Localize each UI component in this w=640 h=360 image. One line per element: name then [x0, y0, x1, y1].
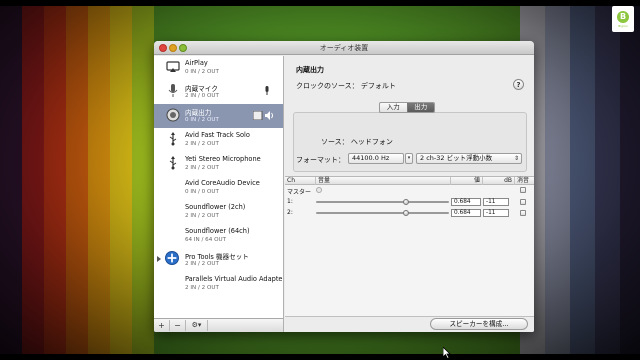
device-name: Yeti Stereo Microphone	[185, 155, 261, 163]
device-io: 0 IN / 0 OUT	[185, 189, 219, 195]
device-list-toolbar: + − ⚙▾	[154, 318, 284, 332]
channel-name: マスター	[287, 189, 312, 196]
device-item-internal-mic[interactable]: 内蔵マイク 2 IN / 0 OUT	[154, 80, 283, 104]
logo-subtext: Bigmo	[618, 23, 628, 28]
disclosure-triangle-icon[interactable]	[157, 256, 161, 262]
channel-name: 1:	[287, 198, 293, 205]
value-field[interactable]: 0.684	[451, 198, 481, 206]
logo-letter: B	[617, 10, 629, 23]
channel-row-1: 1: 0.684 -11	[285, 197, 534, 207]
source-label: ソース： ヘッドフォン	[321, 138, 393, 146]
device-detail-pane: 内蔵出力 クロックのソース： デフォルト ? 入力 出力 ソース： ヘッドフォン…	[285, 56, 534, 332]
device-name: 内蔵マイク	[185, 85, 218, 93]
input-output-tabs: 入力 出力	[379, 102, 435, 113]
channel-logo: B Bigmo	[612, 6, 634, 32]
usb-icon	[166, 156, 180, 170]
device-io: 2 IN / 0 OUT	[185, 93, 219, 99]
volume-slider[interactable]	[316, 210, 449, 216]
header-value: 値	[450, 177, 482, 185]
channel-row-2: 2: 0.684 -11	[285, 208, 534, 218]
header-ch: Ch	[287, 177, 295, 184]
audio-devices-window: オーディオ装置 AirPlay 0 IN / 2 OUT 内蔵マイク 2 IN …	[154, 41, 534, 332]
channel-name: 2:	[287, 209, 293, 216]
format-label: フォーマット：	[296, 156, 345, 164]
device-io: 2 IN / 2 OUT	[185, 261, 219, 267]
sample-rate-stepper[interactable]: ▾	[405, 153, 413, 164]
header-volume: 音量	[315, 177, 450, 185]
letterbox-top	[0, 0, 640, 6]
slider-knob[interactable]	[403, 210, 409, 216]
channel-table-header: Ch 音量 値 dB 消音	[285, 176, 534, 185]
chevron-updown-icon: ⇕	[513, 155, 519, 162]
tab-output[interactable]: 出力	[406, 103, 434, 112]
header-mute: 消音	[514, 177, 534, 185]
device-item-avid-fast-track[interactable]: Avid Fast Track Solo 2 IN / 2 OUT	[154, 128, 283, 152]
device-io: 2 IN / 2 OUT	[185, 285, 219, 291]
device-name: AirPlay	[185, 59, 208, 67]
mouse-cursor-icon	[443, 347, 451, 359]
device-name: 内蔵出力	[185, 109, 212, 117]
volume-slider[interactable]	[316, 199, 449, 205]
speaker-icon	[166, 108, 180, 122]
tab-input[interactable]: 入力	[380, 103, 407, 112]
configure-speakers-button[interactable]: スピーカーを構成...	[430, 318, 528, 330]
slider-knob[interactable]	[403, 199, 409, 205]
device-item-yeti-microphone[interactable]: Yeti Stereo Microphone 2 IN / 2 OUT	[154, 152, 283, 176]
microphone-icon	[166, 84, 180, 98]
header-db: dB	[482, 177, 514, 185]
window-title: オーディオ装置	[319, 44, 369, 52]
device-list[interactable]: AirPlay 0 IN / 2 OUT 内蔵マイク 2 IN / 0 OUT …	[154, 56, 284, 318]
aggregate-plus-icon	[165, 251, 179, 265]
usb-icon	[166, 132, 180, 146]
device-io: 2 IN / 2 OUT	[185, 165, 219, 171]
device-io: 2 IN / 2 OUT	[185, 141, 219, 147]
device-item-avid-coreaudio[interactable]: Avid CoreAudio Device 0 IN / 0 OUT	[154, 176, 283, 200]
letterbox-bottom	[0, 354, 640, 360]
device-action-menu[interactable]: ⚙▾	[186, 320, 208, 331]
help-button[interactable]: ?	[513, 79, 524, 90]
mute-checkbox[interactable]	[520, 210, 526, 216]
output-speaker-icon	[252, 110, 275, 121]
sample-rate-value: 44100.0 Hz	[352, 154, 390, 162]
device-name: Pro Tools 機器セット	[185, 253, 249, 261]
device-item-internal-output[interactable]: 内蔵出力 0 IN / 2 OUT	[154, 104, 283, 128]
device-name: Avid Fast Track Solo	[185, 131, 250, 139]
remove-device-button[interactable]: −	[170, 320, 186, 331]
mute-checkbox[interactable]	[520, 199, 526, 205]
bit-format-select[interactable]: 2 ch-32 ビット浮動小数 ⇕	[416, 153, 522, 164]
device-io: 2 IN / 2 OUT	[185, 213, 219, 219]
add-device-button[interactable]: +	[154, 320, 170, 331]
airplay-icon	[166, 60, 180, 74]
db-field[interactable]: -11	[483, 209, 509, 217]
device-item-airplay[interactable]: AirPlay 0 IN / 2 OUT	[154, 56, 283, 80]
device-item-parallels-adapter[interactable]: Parallels Virtual Audio Adapter 2 IN / 2…	[154, 272, 284, 296]
device-item-soundflower-2ch[interactable]: Soundflower (2ch) 2 IN / 2 OUT	[154, 200, 283, 224]
input-microphone-icon	[264, 86, 270, 96]
master-volume-slider-disabled	[316, 187, 322, 193]
device-item-pro-tools-aggregate[interactable]: Pro Tools 機器セット 2 IN / 2 OUT	[154, 248, 283, 272]
device-name: Soundflower (2ch)	[185, 203, 246, 211]
device-item-soundflower-64ch[interactable]: Soundflower (64ch) 64 IN / 64 OUT	[154, 224, 283, 248]
channel-volume-table: Ch 音量 値 dB 消音 マスター 1: 0.684 -11 2: 0.684…	[285, 176, 534, 316]
title-bar[interactable]: オーディオ装置	[154, 41, 534, 55]
mute-checkbox[interactable]	[520, 187, 526, 193]
device-name: Soundflower (64ch)	[185, 227, 250, 235]
device-title: 内蔵出力	[296, 66, 324, 74]
pane-bottom-bar: スピーカーを構成...	[285, 316, 534, 332]
channel-row-master: マスター	[285, 186, 534, 196]
device-io: 0 IN / 2 OUT	[185, 117, 219, 123]
db-field[interactable]: -11	[483, 198, 509, 206]
device-io: 0 IN / 2 OUT	[185, 69, 219, 75]
sample-rate-select[interactable]: 44100.0 Hz	[348, 153, 404, 164]
device-io: 64 IN / 64 OUT	[185, 237, 226, 243]
bit-format-value: 2 ch-32 ビット浮動小数	[420, 154, 493, 162]
device-name: Avid CoreAudio Device	[185, 179, 260, 187]
device-name: Parallels Virtual Audio Adapter	[185, 275, 284, 283]
clock-source-label: クロックのソース： デフォルト	[296, 82, 396, 90]
value-field[interactable]: 0.684	[451, 209, 481, 217]
